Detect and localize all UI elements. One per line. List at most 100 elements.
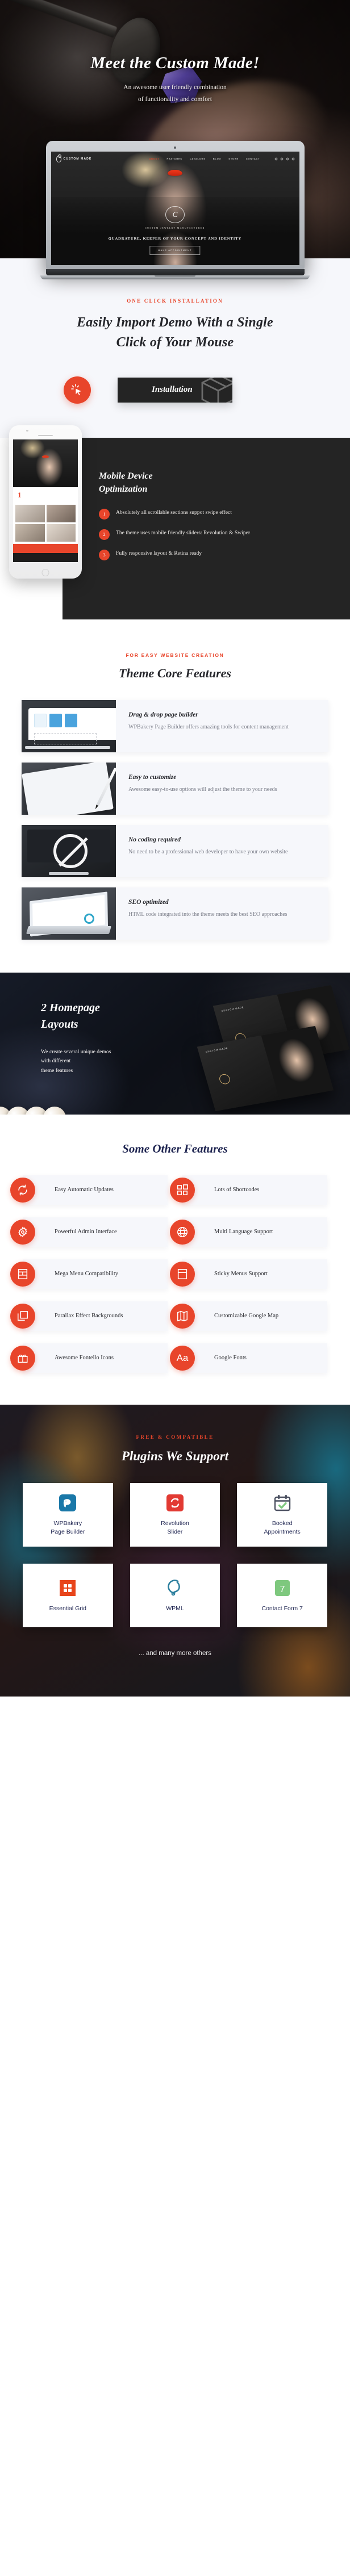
- phone-gallery-tile: [46, 524, 76, 542]
- feature-chip[interactable]: Multi Language Support: [170, 1217, 327, 1247]
- feature-chip-label: Customizable Google Map: [214, 1312, 279, 1319]
- pinterest-icon[interactable]: [285, 157, 289, 161]
- phone-mockup: 1: [9, 425, 82, 579]
- wpml-logo: [165, 1578, 185, 1598]
- twitter-icon[interactable]: [274, 157, 278, 161]
- installation-icon-circle[interactable]: [64, 376, 91, 404]
- facebook-icon[interactable]: [280, 157, 284, 161]
- essential-grid-logo: [58, 1578, 77, 1598]
- pearl-necklace-decoration: [0, 1106, 66, 1115]
- phone-gallery-grid: [13, 502, 78, 544]
- core-features-list: Drag & drop page builder WPBakery Page B…: [0, 700, 350, 940]
- grid-blocks-icon: [170, 1177, 195, 1203]
- mockup-caption: CUSTOM JEWELRY MANUFACTURER: [145, 227, 205, 229]
- feature-title: Easy to customize: [128, 773, 177, 781]
- feature-description: No need to be a professional web develop…: [128, 848, 288, 855]
- feature-chip[interactable]: Awesome Fontello Icons: [10, 1343, 168, 1373]
- instagram-icon[interactable]: [291, 157, 295, 161]
- revolution-slider-logo: [165, 1493, 185, 1513]
- layouts-copy-block: 2 Homepage Layouts We create several uni…: [0, 973, 159, 1076]
- code-prohibited-thumb: [22, 824, 116, 877]
- mockup-nav[interactable]: ABOUT FEATURES CATALOGS BLOG STORE CONTA…: [149, 157, 295, 161]
- feature-card: Drag & drop page builder WPBakery Page B…: [22, 700, 328, 752]
- list-item: 2 The theme uses mobile friendly sliders…: [99, 529, 336, 540]
- folded-map-icon: [170, 1303, 195, 1329]
- sticky-window-icon: [170, 1261, 195, 1287]
- mockup-headline: QUADRATURE, KEEPER OF YOUR CONCEPT AND I…: [108, 237, 242, 241]
- feature-chip[interactable]: Powerful Admin Interface: [10, 1217, 168, 1247]
- plugins-footer-note: ... and many more others: [139, 1649, 211, 1657]
- plugin-card[interactable]: 7 Contact Form 7: [237, 1563, 327, 1627]
- phone-step-number: 1: [18, 491, 22, 500]
- installation-eyebrow: ONE CLICK INSTALLATION: [127, 298, 223, 304]
- contact-form-7-logo: 7: [273, 1578, 292, 1598]
- mobile-heading-line-1: Mobile Device: [99, 471, 153, 481]
- laptop-device: CUSTOM MADE ABOUT FEATURES CATALOGS BLOG…: [40, 141, 310, 279]
- feature-chip[interactable]: Customizable Google Map: [170, 1301, 327, 1331]
- plugin-card[interactable]: Essential Grid: [23, 1563, 113, 1627]
- feature-chip[interactable]: Sticky Menus Support: [170, 1259, 327, 1289]
- mockup-logo[interactable]: CUSTOM MADE: [56, 154, 92, 162]
- feature-title: SEO optimized: [128, 898, 169, 906]
- mockup-nav-blog[interactable]: BLOG: [213, 158, 222, 160]
- list-number-badge: 3: [99, 549, 110, 560]
- feature-chip-label: Awesome Fontello Icons: [55, 1354, 114, 1361]
- plugins-section: FREE & COMPATIBLE Plugins We Support WPB…: [0, 1404, 350, 1697]
- other-features-section: Some Other Features Easy Automatic Updat…: [0, 1114, 350, 1405]
- feature-chip[interactable]: Aa Google Fonts: [170, 1343, 327, 1373]
- installation-button[interactable]: Installation: [118, 377, 232, 403]
- list-item-text: The theme uses mobile friendly sliders: …: [116, 529, 251, 536]
- mockup-monogram: C: [165, 206, 185, 223]
- laptop-mockup: CUSTOM MADE ABOUT FEATURES CATALOGS BLOG…: [0, 141, 350, 279]
- plugin-card[interactable]: WPBakery Page Builder: [23, 1482, 113, 1547]
- mockup-nav-catalogs[interactable]: CATALOGS: [190, 158, 206, 160]
- feature-chip-label: Google Fonts: [214, 1354, 247, 1361]
- package-box-icon: [201, 377, 232, 403]
- feature-title: No coding required: [128, 836, 181, 843]
- list-item: 1 Absolutely all scrollable sections sup…: [99, 508, 336, 520]
- page-builder-screen-thumb: [22, 700, 116, 752]
- mockup-social-icons[interactable]: [274, 157, 295, 161]
- mobile-dark-panel: Mobile Device Optimization 1 Absolutely …: [63, 437, 350, 619]
- mockup-nav-contact[interactable]: CONTACT: [246, 158, 260, 160]
- feature-chip[interactable]: Easy Automatic Updates: [10, 1175, 168, 1205]
- core-features-eyebrow: FOR EASY WEBSITE CREATION: [126, 652, 224, 658]
- plugin-name: Revolution Slider: [161, 1520, 189, 1535]
- hero-subtitle-line-1: An awesome user friendly combination: [123, 84, 227, 91]
- feature-chip[interactable]: Mega Menu Compatibility: [10, 1259, 168, 1289]
- feature-chip[interactable]: Lots of Shortcodes: [170, 1175, 327, 1205]
- plugin-card[interactable]: Booked Appointments: [237, 1482, 327, 1547]
- list-number-badge: 1: [99, 508, 110, 520]
- mockup-logo-text: CUSTOM MADE: [63, 157, 92, 161]
- laptop-screen: CUSTOM MADE ABOUT FEATURES CATALOGS BLOG…: [51, 152, 299, 265]
- mobile-optimization-section: Mobile Device Optimization 1 Absolutely …: [0, 425, 350, 619]
- layout-screen-previews: CUSTOM MADE CUSTOM MADE: [197, 985, 350, 1111]
- typography-aa-icon: Aa: [170, 1345, 195, 1371]
- feature-chip[interactable]: Parallax Effect Backgrounds: [10, 1301, 168, 1331]
- layers-copy-icon: [10, 1303, 35, 1329]
- mockup-nav-about[interactable]: ABOUT: [149, 158, 159, 160]
- feature-chip-label: Parallax Effect Backgrounds: [55, 1312, 123, 1319]
- plugin-card[interactable]: WPML: [130, 1563, 220, 1627]
- phone-content-band: 1: [13, 487, 78, 503]
- no-entry-icon: [53, 833, 88, 868]
- mockup-nav-store[interactable]: STORE: [228, 158, 239, 160]
- mobile-feature-list: 1 Absolutely all scrollable sections sup…: [99, 508, 336, 560]
- feature-chip-label: Lots of Shortcodes: [214, 1186, 260, 1193]
- list-number-badge: 2: [99, 529, 110, 540]
- layouts-subtext-line-1: We create several unique demos: [41, 1048, 111, 1055]
- list-item-text: Fully responsive layout & Retina ready: [116, 550, 202, 556]
- theme-landing-page: Meet the Custom Made! An awesome user fr…: [0, 0, 350, 1697]
- refresh-sync-icon: [10, 1177, 35, 1203]
- plugin-name: WPML: [166, 1605, 184, 1612]
- plugins-grid: WPBakery Page Builder Revolution Slider …: [0, 1482, 350, 1627]
- gift-box-icon: [10, 1345, 35, 1371]
- mockup-appointment-button[interactable]: MAKE APPOINTMENT: [149, 246, 201, 255]
- mockup-nav-features[interactable]: FEATURES: [166, 158, 182, 160]
- phone-home-button[interactable]: [41, 568, 49, 576]
- other-features-grid: Easy Automatic Updates Lots of Shortcode…: [0, 1175, 350, 1373]
- homepage-layouts-section: CUSTOM MADE CUSTOM MADE 2 Homepage Layou…: [0, 972, 350, 1115]
- plugin-card[interactable]: Revolution Slider: [130, 1482, 220, 1547]
- mega-menu-icon: [10, 1261, 35, 1287]
- phone-gallery-tile: [46, 505, 76, 523]
